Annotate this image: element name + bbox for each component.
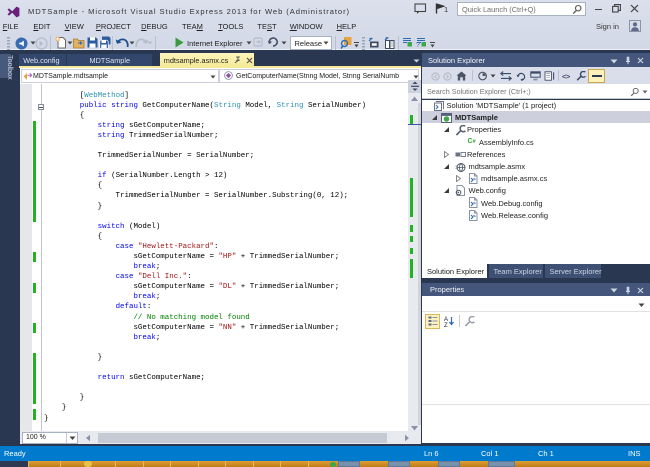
svg-text:?: ? [416, 42, 420, 47]
svg-text:Z: Z [444, 323, 448, 327]
